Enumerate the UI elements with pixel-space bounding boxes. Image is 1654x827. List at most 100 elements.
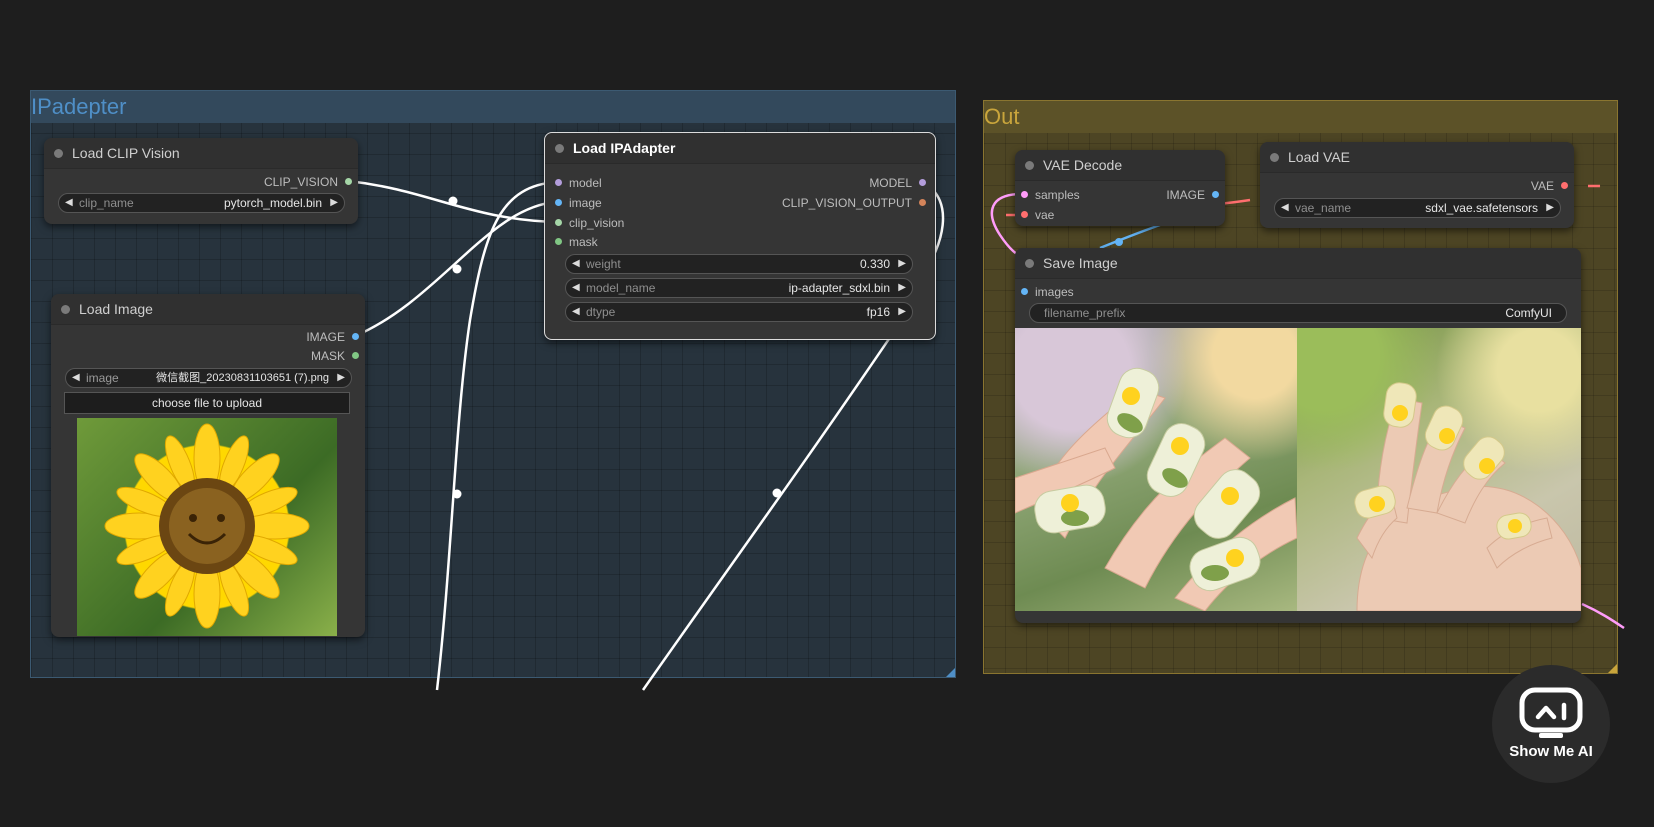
pin-icon[interactable] xyxy=(555,238,562,245)
slot-label: MASK xyxy=(310,349,345,363)
pin-icon[interactable] xyxy=(919,179,926,186)
collapse-dot[interactable] xyxy=(1025,161,1034,170)
widget-weight[interactable]: ◀ weight 0.330 ▶ xyxy=(565,254,913,274)
slot-label: IMAGE xyxy=(1166,188,1205,202)
arrow-right-icon[interactable]: ▶ xyxy=(898,255,906,273)
arrow-left-icon[interactable]: ◀ xyxy=(572,255,580,273)
widget-clip-name[interactable]: ◀ clip_name pytorch_model.bin ▶ xyxy=(58,193,345,213)
slot-label: MODEL xyxy=(869,176,912,190)
widget-image-select[interactable]: ◀ image 微信截图_20230831103651 (7).png ▶ xyxy=(65,368,352,388)
collapse-dot[interactable] xyxy=(1025,259,1034,268)
node-vae-decode[interactable]: VAE Decode samples vae IMAGE xyxy=(1015,150,1225,226)
node-load-clip-vision[interactable]: Load CLIP Vision CLIP_VISION ◀ clip_name… xyxy=(44,138,358,224)
node-title: Save Image xyxy=(1043,255,1118,271)
arrow-left-icon[interactable]: ◀ xyxy=(72,369,80,387)
output-slot-mask[interactable]: MASK xyxy=(311,349,359,363)
widget-label: image xyxy=(86,371,119,385)
pin-icon[interactable] xyxy=(1021,288,1028,295)
slot-label: IMAGE xyxy=(306,330,345,344)
output-slot-vae[interactable]: VAE xyxy=(1531,179,1568,193)
input-slot-vae[interactable]: vae xyxy=(1021,208,1054,222)
widget-model-name[interactable]: ◀ model_name ip-adapter_sdxl.bin ▶ xyxy=(565,278,913,298)
group-title-ipadapter[interactable]: IPadepter xyxy=(31,91,955,123)
arrow-left-icon[interactable]: ◀ xyxy=(1281,199,1289,217)
collapse-dot[interactable] xyxy=(555,144,564,153)
pin-icon[interactable] xyxy=(1021,191,1028,198)
arrow-right-icon[interactable]: ▶ xyxy=(1546,199,1554,217)
arrow-right-icon[interactable]: ▶ xyxy=(898,303,906,321)
group-title-out[interactable]: Out xyxy=(984,101,1617,133)
widget-label: filename_prefix xyxy=(1044,306,1126,320)
output-slot-clip-vision[interactable]: CLIP_VISION xyxy=(264,175,352,189)
robot-face-icon xyxy=(1519,687,1583,738)
slot-label: mask xyxy=(569,235,598,249)
node-header[interactable]: Save Image xyxy=(1015,248,1581,279)
upload-button[interactable]: choose file to upload xyxy=(64,392,350,414)
pin-icon[interactable] xyxy=(352,333,359,340)
widget-label: weight xyxy=(586,257,621,271)
input-slot-images[interactable]: images xyxy=(1021,285,1074,299)
node-title: Load IPAdapter xyxy=(573,140,676,156)
pin-icon[interactable] xyxy=(1561,182,1568,189)
pin-icon[interactable] xyxy=(555,179,562,186)
output-slot-image[interactable]: IMAGE xyxy=(306,330,359,344)
widget-label: clip_name xyxy=(79,196,134,210)
widget-vae-name[interactable]: ◀ vae_name sdxl_vae.safetensors ▶ xyxy=(1274,198,1561,218)
pin-icon[interactable] xyxy=(919,199,926,206)
slot-label: vae xyxy=(1035,208,1055,222)
slot-label: model xyxy=(569,176,602,190)
node-header[interactable]: Load Image xyxy=(51,294,365,325)
widget-dtype[interactable]: ◀ dtype fp16 ▶ xyxy=(565,302,913,322)
arrow-left-icon[interactable]: ◀ xyxy=(572,279,580,297)
widget-value: fp16 xyxy=(866,305,890,319)
node-header[interactable]: VAE Decode xyxy=(1015,150,1225,181)
fingers-icon xyxy=(1015,367,1297,611)
slot-label: clip_vision xyxy=(569,216,625,230)
collapse-dot[interactable] xyxy=(54,149,63,158)
nail-art-preview-image-1 xyxy=(1015,328,1297,611)
slot-label: CLIP_VISION_OUTPUT xyxy=(781,196,912,210)
arrow-right-icon[interactable]: ▶ xyxy=(330,194,338,212)
arrow-right-icon[interactable]: ▶ xyxy=(898,279,906,297)
node-title: Load Image xyxy=(79,301,153,317)
widget-label: model_name xyxy=(586,281,656,295)
watermark-text: Show Me AI xyxy=(1509,743,1593,760)
pin-icon[interactable] xyxy=(1021,211,1028,218)
input-slot-model[interactable]: model xyxy=(555,176,602,190)
slot-label: CLIP_VISION xyxy=(263,175,338,189)
widget-label: dtype xyxy=(586,305,616,319)
input-slot-mask[interactable]: mask xyxy=(555,235,598,249)
widget-value: pytorch_model.bin xyxy=(223,196,322,210)
input-slot-clip-vision[interactable]: clip_vision xyxy=(555,216,624,230)
sunflower-petals-icon xyxy=(104,423,310,629)
slot-label: samples xyxy=(1035,188,1080,202)
show-me-ai-logo: Show Me AI xyxy=(1492,665,1610,783)
input-slot-samples[interactable]: samples xyxy=(1021,188,1080,202)
group-resize-handle[interactable] xyxy=(946,668,955,677)
node-save-image[interactable]: Save Image images filename_prefix ComfyU… xyxy=(1015,248,1581,623)
collapse-dot[interactable] xyxy=(61,305,70,314)
arrow-right-icon[interactable]: ▶ xyxy=(337,369,345,387)
input-slot-image[interactable]: image xyxy=(555,196,602,210)
node-load-image[interactable]: Load Image IMAGE MASK ◀ image 微信截图_20230… xyxy=(51,294,365,637)
widget-value: sdxl_vae.safetensors xyxy=(1425,201,1538,215)
node-header[interactable]: Load IPAdapter xyxy=(545,133,935,164)
widget-filename-prefix[interactable]: filename_prefix ComfyUI xyxy=(1029,303,1567,323)
node-header[interactable]: Load VAE xyxy=(1260,142,1574,173)
node-load-vae[interactable]: Load VAE VAE ◀ vae_name sdxl_vae.safeten… xyxy=(1260,142,1574,228)
pin-icon[interactable] xyxy=(1212,191,1219,198)
pin-icon[interactable] xyxy=(352,352,359,359)
node-header[interactable]: Load CLIP Vision xyxy=(44,138,358,169)
arrow-left-icon[interactable]: ◀ xyxy=(65,194,73,212)
node-load-ipadapter[interactable]: Load IPAdapter model image clip_vision m… xyxy=(544,132,936,340)
pin-icon[interactable] xyxy=(555,219,562,226)
output-slot-clip-vision-output[interactable]: CLIP_VISION_OUTPUT xyxy=(782,196,926,210)
output-slot-model[interactable]: MODEL xyxy=(869,176,926,190)
widget-value: 微信截图_20230831103651 (7).png xyxy=(156,372,329,384)
sunflower-preview-image xyxy=(77,418,337,636)
arrow-left-icon[interactable]: ◀ xyxy=(572,303,580,321)
pin-icon[interactable] xyxy=(345,178,352,185)
pin-icon[interactable] xyxy=(555,199,562,206)
collapse-dot[interactable] xyxy=(1270,153,1279,162)
output-slot-image[interactable]: IMAGE xyxy=(1166,188,1219,202)
